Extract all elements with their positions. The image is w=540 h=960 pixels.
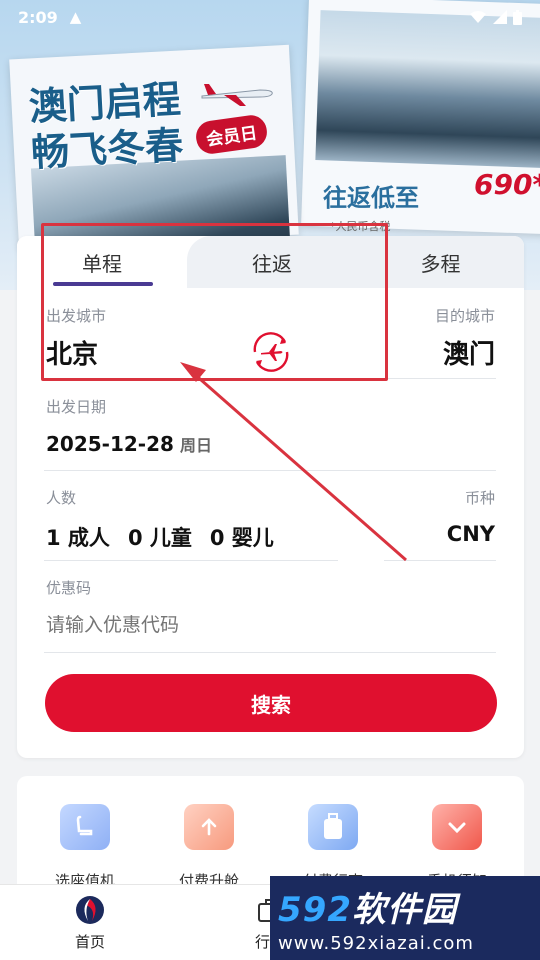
divider bbox=[44, 652, 496, 653]
promo-price: 690* bbox=[474, 168, 540, 201]
airplane-icon bbox=[201, 84, 273, 106]
status-icons bbox=[469, 9, 522, 25]
home-logo-icon bbox=[76, 896, 104, 924]
upgrade-icon bbox=[184, 804, 234, 850]
currency-selector[interactable]: CNY bbox=[447, 522, 495, 546]
status-time: 2:09 bbox=[18, 7, 58, 27]
warning-icon: ▲ bbox=[69, 8, 82, 26]
destination-city[interactable]: 澳门 bbox=[443, 334, 495, 371]
nav-label: 首页 bbox=[74, 933, 105, 951]
departure-date[interactable]: 2025-12-28 周日 bbox=[46, 432, 212, 456]
watermark-url: www.592xiazai.com bbox=[278, 933, 474, 954]
signal-icon bbox=[493, 10, 507, 24]
notice-icon bbox=[432, 804, 482, 850]
tab-label: 多程 bbox=[420, 251, 461, 276]
promo-title: 澳门启程 畅飞冬春 bbox=[28, 76, 185, 176]
promo-title-line1: 澳门启程 bbox=[27, 76, 182, 129]
watermark-text: 软件园 bbox=[351, 890, 457, 930]
infant-count: 0 婴儿 bbox=[209, 526, 274, 550]
promo-code-label: 优惠码 bbox=[46, 579, 92, 597]
promo-code-input[interactable] bbox=[46, 614, 496, 636]
divider bbox=[384, 560, 496, 561]
service-upgrade[interactable]: 付费升舱 bbox=[149, 804, 269, 891]
adult-count: 1 成人 bbox=[46, 526, 110, 550]
seat-icon bbox=[60, 804, 110, 850]
battery-icon bbox=[513, 9, 522, 25]
nav-home[interactable]: 首页 bbox=[40, 895, 140, 952]
annotation-highlight-box bbox=[41, 223, 388, 381]
divider bbox=[44, 560, 338, 561]
promo-subtitle: 往返低至 bbox=[323, 184, 419, 212]
child-count: 0 儿童 bbox=[127, 526, 192, 550]
watermark-brand: 592软件园 bbox=[278, 882, 540, 931]
date-label: 出发日期 bbox=[46, 398, 107, 416]
watermark-number: 592 bbox=[278, 890, 352, 930]
status-bar: 2:09 ▲ bbox=[0, 0, 540, 34]
destination-label: 目的城市 bbox=[434, 307, 495, 325]
date-weekday: 周日 bbox=[179, 436, 212, 455]
wifi-icon bbox=[470, 11, 486, 23]
search-button[interactable]: 搜索 bbox=[45, 674, 497, 732]
luggage-icon bbox=[308, 804, 358, 850]
site-watermark: 592软件园 www.592xiazai.com bbox=[270, 876, 540, 960]
service-seat-checkin[interactable]: 选座值机 bbox=[25, 804, 145, 891]
passenger-selector[interactable]: 1 成人 0 儿童 0 婴儿 bbox=[46, 522, 274, 552]
promo-title-line2: 畅飞冬春 bbox=[30, 122, 185, 175]
passengers-label: 人数 bbox=[46, 489, 77, 507]
divider bbox=[44, 470, 496, 471]
date-value: 2025-12-28 bbox=[46, 432, 174, 456]
currency-label: 币种 bbox=[464, 489, 495, 507]
